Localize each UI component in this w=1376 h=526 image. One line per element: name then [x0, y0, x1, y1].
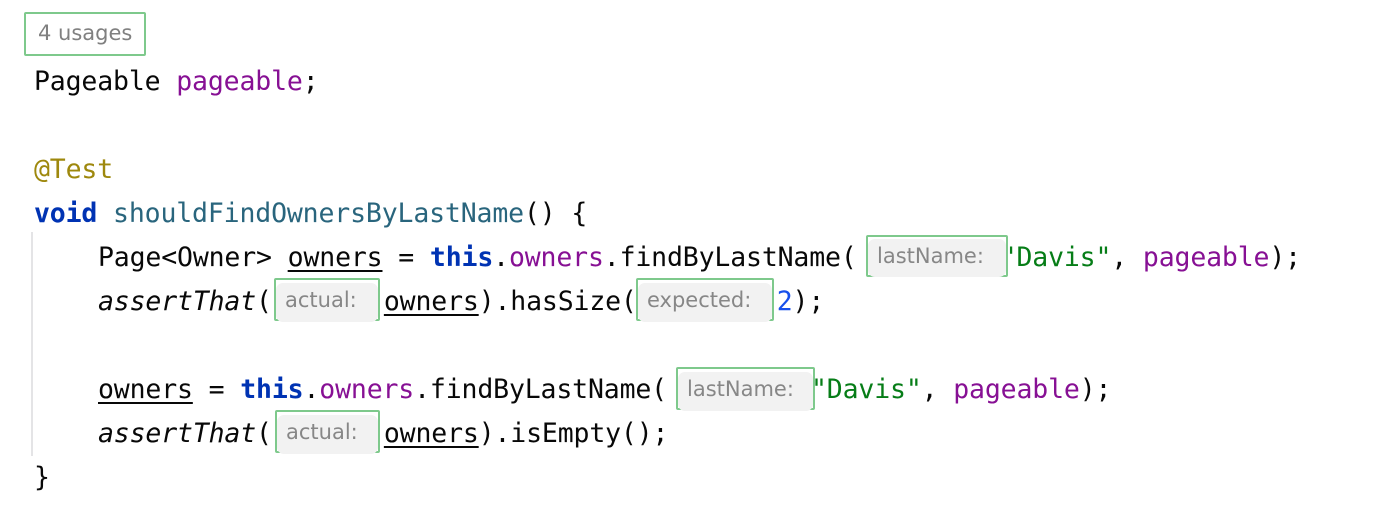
- line-tail-token-3: );: [1079, 374, 1112, 405]
- inlay-hint-label-lastname-2: lastName:: [678, 372, 813, 411]
- space-token-2: [97, 198, 113, 229]
- line-tail-token-4: ).isEmpty();: [478, 418, 669, 449]
- line-tail-token-2: );: [792, 286, 825, 317]
- code-line-assert-is-empty: assertThat( owners).isEmpty();: [98, 412, 668, 456]
- method-name-token-shouldfindownersbylastname: shouldFindOwnersByLastName: [113, 198, 524, 229]
- code-line-find-by-last-name-second: owners = this.owners.findByLastName("Dav…: [98, 368, 1111, 412]
- space-token-1: [160, 66, 176, 97]
- keyword-token-void: void: [34, 198, 98, 229]
- field-token-owners-1: owners: [508, 242, 604, 273]
- arg-token-pageable-2: pageable: [953, 374, 1080, 405]
- assign-token-1: =: [382, 242, 430, 273]
- inlay-hint-label-expected: expected:: [638, 283, 772, 322]
- local-var-token-owners-2: owners: [383, 286, 479, 317]
- field-name-token-pageable: pageable: [176, 66, 303, 97]
- method-call-token-findbylastname-2: findByLastName(: [429, 374, 667, 405]
- field-token-owners-2: owners: [319, 374, 415, 405]
- assign-token-2: =: [192, 374, 241, 405]
- static-method-token-assertthat-1: assertThat: [98, 286, 257, 317]
- method-call-token-findbylastname-1: findByLastName(: [619, 242, 857, 273]
- type-token-pageable: Pageable: [34, 66, 161, 97]
- has-size-call-token: ).hasSize(: [478, 286, 637, 317]
- local-var-token-owners-1: owners: [287, 242, 383, 273]
- semicolon-token-1: ;: [302, 66, 319, 97]
- dot-token-1b: .: [603, 242, 620, 273]
- keyword-token-this-1: this: [429, 242, 494, 273]
- dot-token-2a: .: [303, 374, 320, 405]
- code-line-test-annotation: @Test: [34, 148, 113, 192]
- local-var-token-owners-3: owners: [98, 374, 193, 405]
- usages-hint-row: 4 usages: [24, 12, 147, 60]
- inlay-hint-expected[interactable]: expected:: [636, 278, 774, 322]
- code-editor-canvas: 4 usages Pageable pageable; @Test void s…: [0, 0, 1376, 526]
- inlay-hint-actual-1[interactable]: actual:: [274, 278, 380, 322]
- code-line-method-signature: void shouldFindOwnersByLastName() {: [34, 192, 587, 236]
- comma-token-1: ,: [1111, 242, 1143, 273]
- code-line-closing-brace: }: [34, 456, 50, 500]
- inlay-hint-label-lastname-1: lastName:: [868, 239, 1006, 277]
- static-method-token-assertthat-2: assertThat: [98, 418, 257, 449]
- string-literal-token-davis-2: "Davis": [811, 374, 922, 405]
- inlay-hint-lastname-2[interactable]: lastName:: [676, 367, 815, 411]
- type-token-page-owner: Page<Owner>: [98, 242, 288, 273]
- usages-hint-highlight-box: 4 usages: [24, 12, 147, 56]
- indent-guide-line: [31, 232, 33, 456]
- open-paren-token-1: (: [256, 286, 272, 317]
- keyword-token-this-2: this: [240, 374, 304, 405]
- inlay-hint-label-actual-2: actual:: [277, 415, 378, 454]
- string-literal-token-davis-1: "Davis": [1000, 242, 1112, 273]
- closing-brace-token: }: [34, 462, 50, 493]
- arg-token-pageable-1: pageable: [1142, 242, 1270, 273]
- annotation-token-test: @Test: [34, 154, 114, 185]
- method-signature-tail: () {: [523, 198, 588, 229]
- dot-token-1a: .: [493, 242, 509, 273]
- local-var-token-owners-4: owners: [383, 418, 479, 449]
- line-tail-token-1: );: [1269, 242, 1301, 273]
- inlay-hint-actual-2[interactable]: actual:: [275, 410, 380, 454]
- dot-token-2b: .: [414, 374, 430, 405]
- number-literal-token-2: 2: [776, 286, 793, 317]
- inlay-hint-lastname-1[interactable]: lastName:: [866, 235, 1008, 277]
- inlay-hint-label-actual-1: actual:: [276, 283, 378, 322]
- usages-hint-label[interactable]: 4 usages: [26, 14, 144, 54]
- comma-token-2: ,: [921, 374, 954, 405]
- code-line-field-declaration: Pageable pageable;: [34, 60, 319, 104]
- code-line-find-by-last-name-first: Page<Owner> owners = this.owners.findByL…: [98, 236, 1301, 280]
- open-paren-token-2: (: [256, 418, 272, 449]
